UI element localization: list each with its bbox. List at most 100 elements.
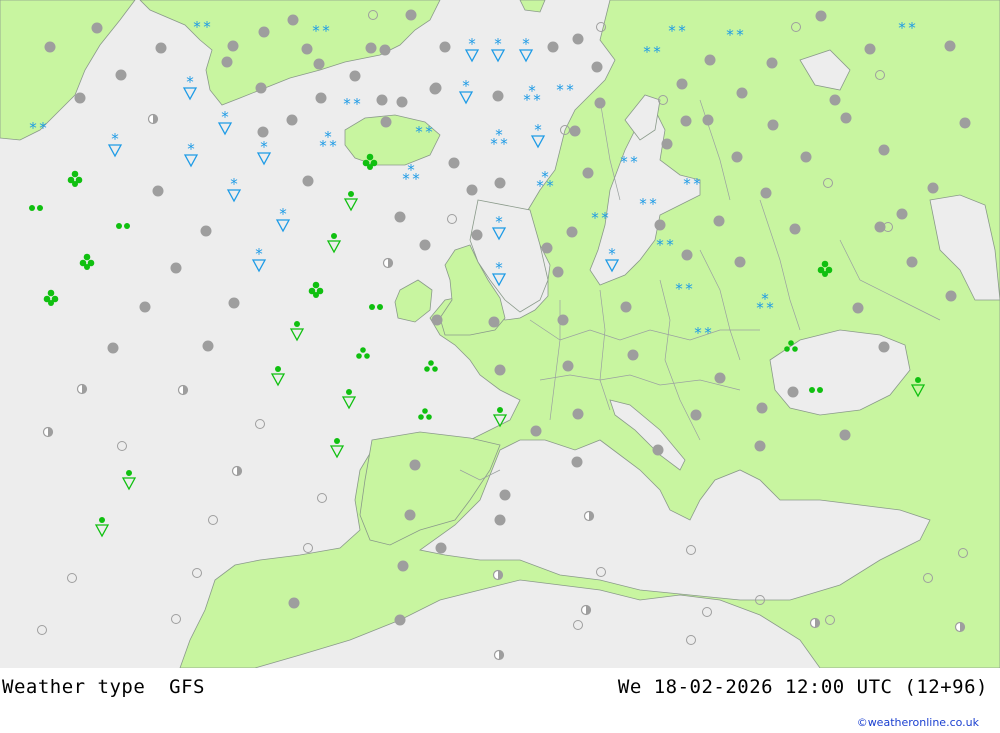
partly-cloudy-icon bbox=[580, 604, 592, 616]
svg-text:*: * bbox=[726, 26, 734, 44]
svg-text:*: * bbox=[533, 91, 541, 109]
cloud-dot-icon bbox=[228, 297, 240, 309]
cloud-dot-icon bbox=[44, 41, 56, 53]
svg-text:*: * bbox=[653, 43, 661, 61]
svg-text:*: * bbox=[620, 153, 628, 171]
cloud-dot-icon bbox=[839, 429, 851, 441]
svg-text:*: * bbox=[666, 236, 674, 254]
model-label: GFS bbox=[169, 676, 205, 698]
partly-cloudy-icon bbox=[954, 621, 966, 633]
svg-text:*: * bbox=[678, 22, 686, 40]
cloud-dot-icon bbox=[702, 114, 714, 126]
cloud-dot-icon bbox=[365, 42, 377, 54]
cloud-dot-icon bbox=[714, 372, 726, 384]
cloud-dot-icon bbox=[766, 57, 778, 69]
cloud-dot-icon bbox=[571, 456, 583, 468]
svg-text:*: * bbox=[693, 175, 701, 193]
partly-cloudy-icon bbox=[492, 569, 504, 581]
cloud-dot-icon bbox=[557, 314, 569, 326]
cloud-dot-icon bbox=[200, 225, 212, 237]
cloud-dot-icon bbox=[652, 444, 664, 456]
svg-text:*: * bbox=[908, 19, 916, 37]
svg-text:*: * bbox=[425, 123, 433, 141]
cloud-dot-icon bbox=[301, 43, 313, 55]
svg-text:*: * bbox=[203, 18, 211, 36]
svg-text:*: * bbox=[649, 195, 657, 213]
svg-text:*: * bbox=[639, 195, 647, 213]
cloud-dot-icon bbox=[594, 97, 606, 109]
svg-text:*: * bbox=[193, 18, 201, 36]
svg-text:*: * bbox=[685, 280, 693, 298]
product-label: Weather type bbox=[2, 676, 146, 698]
cloud-dot-icon bbox=[896, 208, 908, 220]
map-svg: * * * * * * * * * ** ** ** ** ** ** ** ** ** ** ** ** *** *** *… bbox=[0, 0, 1000, 668]
svg-text:*: * bbox=[402, 170, 410, 188]
cloud-dot-icon bbox=[302, 175, 314, 187]
svg-text:*: * bbox=[412, 170, 420, 188]
cloud-dot-icon bbox=[380, 116, 392, 128]
cloud-dot-icon bbox=[494, 364, 506, 376]
cloud-dot-icon bbox=[800, 151, 812, 163]
cloud-dot-icon bbox=[547, 41, 559, 53]
svg-text:*: * bbox=[353, 95, 361, 113]
cloud-dot-icon bbox=[394, 211, 406, 223]
svg-text:*: * bbox=[756, 299, 764, 317]
cloud-dot-icon bbox=[734, 256, 746, 268]
svg-text:*: * bbox=[656, 236, 664, 254]
cloud-dot-icon bbox=[349, 70, 361, 82]
weather-map: * * * * * * * * * * * * * * * * * * * * * * * * * * * * * * * * * * * * * * * *… bbox=[0, 0, 1000, 668]
cloud-dot-icon bbox=[582, 167, 594, 179]
cloud-dot-icon bbox=[115, 69, 127, 81]
cloud-dot-icon bbox=[681, 249, 693, 261]
cloud-dot-icon bbox=[488, 316, 500, 328]
svg-text:*: * bbox=[556, 81, 564, 99]
cloud-dot-icon bbox=[927, 182, 939, 194]
cloud-dot-icon bbox=[431, 314, 443, 326]
cloud-dot-icon bbox=[91, 22, 103, 34]
cloud-dot-icon bbox=[439, 41, 451, 53]
svg-text:*: * bbox=[566, 81, 574, 99]
cloud-dot-icon bbox=[74, 92, 86, 104]
cloud-dot-icon bbox=[471, 229, 483, 241]
partly-cloudy-icon bbox=[76, 383, 88, 395]
cloud-dot-icon bbox=[170, 262, 182, 274]
svg-text:*: * bbox=[675, 280, 683, 298]
cloud-dot-icon bbox=[404, 509, 416, 521]
svg-text:*: * bbox=[415, 123, 423, 141]
cloud-dot-icon bbox=[258, 26, 270, 38]
cloud-dot-icon bbox=[569, 125, 581, 137]
cloud-dot-icon bbox=[499, 489, 511, 501]
svg-text:*: * bbox=[536, 177, 544, 195]
cloud-dot-icon bbox=[754, 440, 766, 452]
cloud-dot-icon bbox=[255, 82, 267, 94]
cloud-dot-icon bbox=[840, 112, 852, 124]
cloud-dot-icon bbox=[541, 242, 553, 254]
map-title: Weather type GFS bbox=[2, 676, 205, 698]
cloud-dot-icon bbox=[466, 184, 478, 196]
cloud-dot-icon bbox=[959, 117, 971, 129]
cloud-dot-icon bbox=[680, 115, 692, 127]
cloud-dot-icon bbox=[552, 266, 564, 278]
svg-text:*: * bbox=[630, 153, 638, 171]
cloud-dot-icon bbox=[566, 226, 578, 238]
cloud-dot-icon bbox=[257, 126, 269, 138]
svg-text:*: * bbox=[329, 137, 337, 155]
svg-text:*: * bbox=[312, 22, 320, 40]
cloud-dot-icon bbox=[494, 514, 506, 526]
cloud-dot-icon bbox=[397, 560, 409, 572]
svg-text:*: * bbox=[500, 135, 508, 153]
credit-link[interactable]: ©weatheronline.co.uk bbox=[857, 716, 979, 729]
partly-cloudy-icon bbox=[231, 465, 243, 477]
svg-text:*: * bbox=[736, 26, 744, 44]
cloud-dot-icon bbox=[736, 87, 748, 99]
svg-text:*: * bbox=[898, 19, 906, 37]
cloud-dot-icon bbox=[409, 459, 421, 471]
cloud-dot-icon bbox=[878, 341, 890, 353]
partly-cloudy-icon bbox=[583, 510, 595, 522]
cloud-dot-icon bbox=[906, 256, 918, 268]
cloud-dot-icon bbox=[756, 402, 768, 414]
cloud-dot-icon bbox=[379, 44, 391, 56]
cloud-dot-icon bbox=[227, 40, 239, 52]
svg-text:*: * bbox=[668, 22, 676, 40]
svg-text:*: * bbox=[546, 177, 554, 195]
